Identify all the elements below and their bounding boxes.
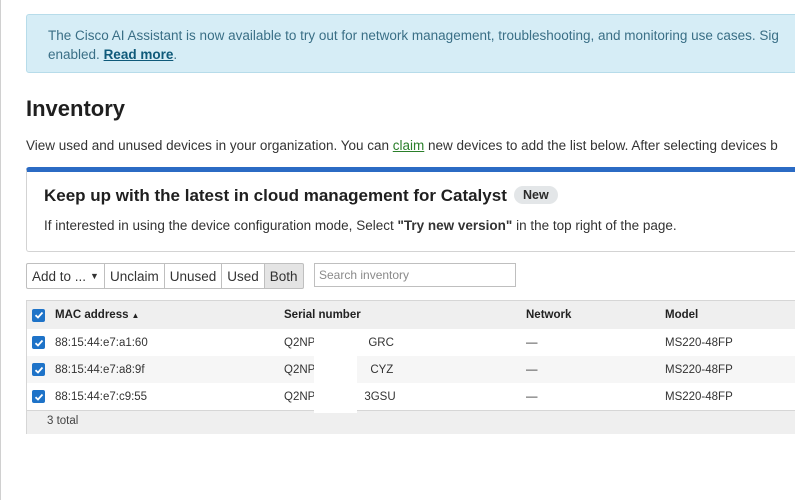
sort-up-icon: ▲ <box>131 310 140 320</box>
catalyst-promo-card: Keep up with the latest in cloud managem… <box>26 167 795 252</box>
inventory-toolbar: Add to ... ▼ Unclaim Unused Used Both <box>26 263 304 289</box>
column-header-model[interactable]: Model <box>665 301 698 329</box>
column-header-network[interactable]: Network <box>526 301 571 329</box>
check-icon <box>34 339 43 347</box>
mac-cell: 88:15:44:e7:c9:55 <box>55 390 148 403</box>
serial-start: Q2NP <box>284 336 316 349</box>
ai-assistant-banner: The Cisco AI Assistant is now available … <box>26 14 795 73</box>
card-text: If interested in using the device config… <box>44 218 677 233</box>
mac-cell: 88:15:44:e7:a1:60 <box>55 336 148 349</box>
serial-start: Q2NP <box>284 363 316 376</box>
filter-used-button[interactable]: Used <box>222 263 265 289</box>
serial-end: 3GSU <box>364 390 396 403</box>
serial-end: GRC <box>368 336 394 349</box>
row-checkbox[interactable] <box>32 383 45 410</box>
model-cell: MS220-48FP <box>665 363 733 376</box>
card-title: Keep up with the latest in cloud managem… <box>44 186 507 205</box>
row-checkbox[interactable] <box>32 329 45 356</box>
mac-cell: 88:15:44:e7:a8:9f <box>55 363 145 376</box>
page-description: View used and unused devices in your org… <box>26 138 778 153</box>
left-border <box>0 0 1 500</box>
add-to-dropdown[interactable]: Add to ... ▼ <box>26 263 105 289</box>
table-row[interactable]: 88:15:44:e7:c9:55 Q2NP 3GSU — MS220-48FP <box>27 383 795 410</box>
row-checkbox[interactable] <box>32 356 45 383</box>
check-icon <box>34 311 43 319</box>
banner-text: The Cisco AI Assistant is now available … <box>48 28 779 43</box>
select-all-checkbox[interactable] <box>32 301 45 329</box>
banner-end: . <box>173 47 178 62</box>
total-count: 3 total <box>47 415 79 427</box>
card-text-pre: If interested in using the device config… <box>44 218 398 233</box>
table-footer: 3 total <box>27 410 795 434</box>
search-input[interactable] <box>314 263 516 287</box>
caret-down-icon: ▼ <box>90 271 99 281</box>
model-cell: MS220-48FP <box>665 390 733 403</box>
desc-post: new devices to add the list below. After… <box>424 138 778 153</box>
card-text-bold: "Try new version" <box>397 218 513 233</box>
claim-link[interactable]: claim <box>393 138 425 153</box>
new-badge: New <box>514 186 558 204</box>
card-text-post: in the top right of the page. <box>512 218 677 233</box>
filter-unused-button[interactable]: Unused <box>164 263 223 289</box>
serial-end: CYZ <box>370 363 394 376</box>
table-row[interactable]: 88:15:44:e7:a8:9f Q2NP CYZ — MS220-48FP <box>27 356 795 383</box>
serial-start: Q2NP <box>284 390 316 403</box>
check-icon <box>34 366 43 374</box>
table-row[interactable]: 88:15:44:e7:a1:60 Q2NP GRC — MS220-48FP <box>27 329 795 356</box>
filter-both-button[interactable]: Both <box>264 263 304 289</box>
mac-header-label: MAC address <box>55 309 129 321</box>
page-title: Inventory <box>26 96 126 121</box>
serial-redaction-block <box>314 329 357 413</box>
add-to-label: Add to ... <box>32 268 87 284</box>
unclaim-button[interactable]: Unclaim <box>104 263 165 289</box>
table-header: MAC address ▲ Serial number Network Mode… <box>27 301 795 330</box>
banner-text-2: enabled. <box>48 47 104 62</box>
column-header-serial[interactable]: Serial number <box>284 301 361 329</box>
network-cell: — <box>526 363 538 376</box>
read-more-link[interactable]: Read more <box>104 47 174 62</box>
check-icon <box>34 393 43 401</box>
model-cell: MS220-48FP <box>665 336 733 349</box>
network-cell: — <box>526 336 538 349</box>
column-header-mac[interactable]: MAC address ▲ <box>55 301 139 329</box>
desc-pre: View used and unused devices in your org… <box>26 138 393 153</box>
network-cell: — <box>526 390 538 403</box>
inventory-table: MAC address ▲ Serial number Network Mode… <box>26 300 795 434</box>
